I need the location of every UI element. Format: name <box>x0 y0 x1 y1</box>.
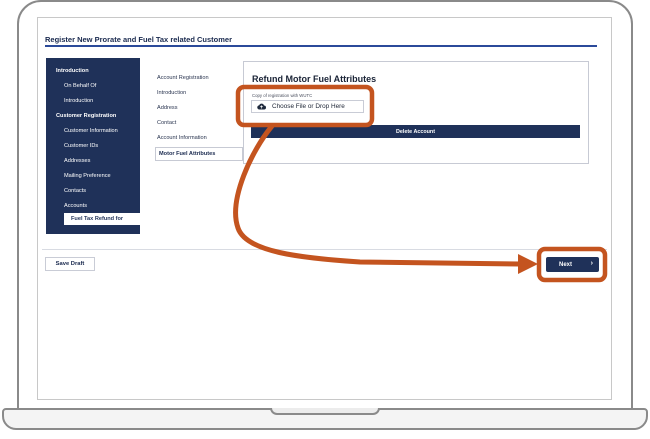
annotation-arrow-path <box>233 123 523 267</box>
annotation-overlay <box>233 84 608 283</box>
upload-highlight-box <box>235 84 375 128</box>
next-highlight-box <box>536 246 608 283</box>
annotation-arrow-head <box>518 254 538 274</box>
